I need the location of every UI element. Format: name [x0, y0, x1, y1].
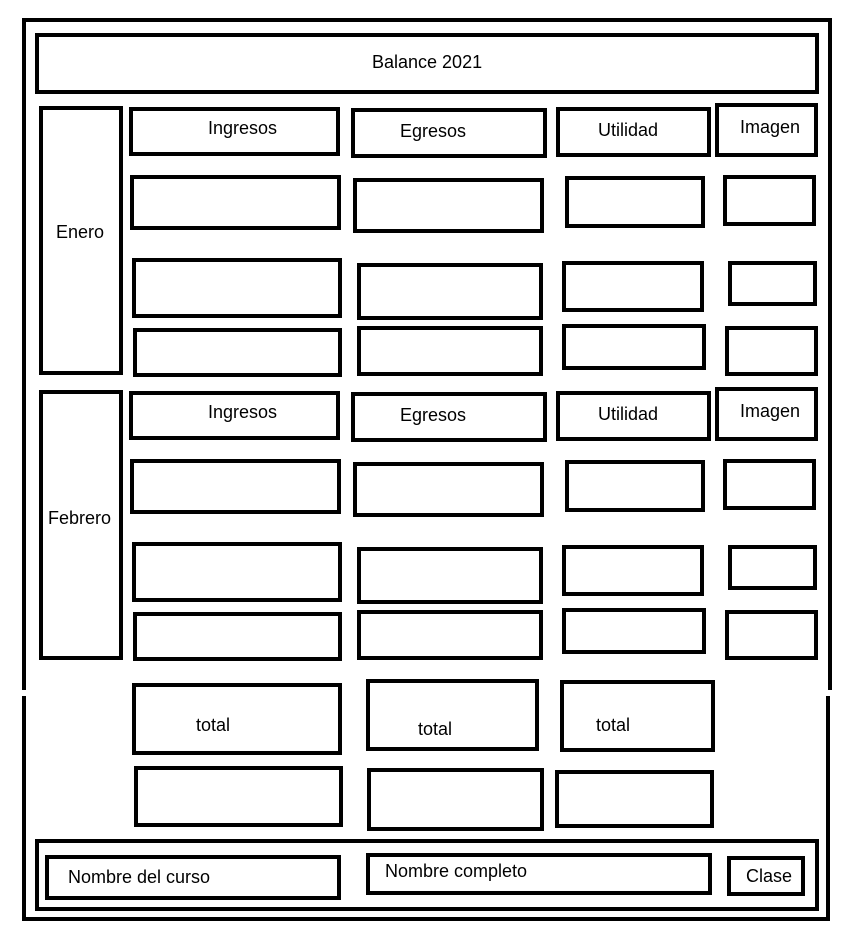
cell-febrero-utilidad-3[interactable]: [562, 608, 706, 654]
frame-bottom-edge: [22, 917, 830, 921]
cell-febrero-egresos-3[interactable]: [357, 610, 543, 660]
cell-enero-ingresos-1[interactable]: [130, 175, 341, 230]
frame-right-edge-lower: [826, 696, 830, 921]
header-utilidad-label-febrero: Utilidad: [598, 404, 659, 424]
header-egresos-label-enero: Egresos: [400, 121, 467, 141]
total-utilidad-value[interactable]: [555, 770, 714, 828]
total-egresos-value[interactable]: [367, 768, 544, 831]
total-ingresos-label: total: [196, 715, 231, 735]
course-name-label: Nombre del curso: [68, 867, 211, 887]
total-egresos-box: [366, 679, 539, 751]
cell-febrero-ingresos-3[interactable]: [133, 612, 342, 661]
page-title: Balance 2021: [372, 52, 483, 72]
cell-febrero-egresos-1[interactable]: [353, 462, 544, 517]
cell-febrero-utilidad-1[interactable]: [565, 460, 705, 512]
cell-enero-utilidad-2[interactable]: [562, 261, 704, 312]
cell-enero-imagen-1[interactable]: [723, 175, 816, 226]
header-ingresos-label-febrero: Ingresos: [208, 402, 278, 422]
frame-top-edge: [22, 18, 832, 22]
cell-enero-egresos-3[interactable]: [357, 326, 543, 376]
full-name-label: Nombre completo: [385, 861, 528, 881]
frame-left-edge: [22, 18, 26, 690]
cell-febrero-ingresos-2[interactable]: [132, 542, 342, 602]
cell-enero-imagen-2[interactable]: [728, 261, 817, 306]
class-label: Clase: [746, 866, 793, 886]
cell-enero-utilidad-3[interactable]: [562, 324, 706, 370]
cell-febrero-imagen-2[interactable]: [728, 545, 817, 590]
frame-left-edge-lower: [22, 696, 26, 921]
total-utilidad-label: total: [596, 715, 631, 735]
cell-enero-egresos-1[interactable]: [353, 178, 544, 233]
cell-enero-imagen-3[interactable]: [725, 326, 818, 376]
total-ingresos-value[interactable]: [134, 766, 343, 827]
frame-right-edge: [828, 18, 832, 690]
total-ingresos-box: [132, 683, 342, 755]
cell-febrero-ingresos-1[interactable]: [130, 459, 341, 514]
header-utilidad-label-enero: Utilidad: [598, 120, 659, 140]
cell-febrero-egresos-2[interactable]: [357, 547, 543, 604]
header-imagen-label-enero: Imagen: [740, 117, 801, 137]
header-imagen-label-febrero: Imagen: [740, 401, 801, 421]
header-egresos-label-febrero: Egresos: [400, 405, 467, 425]
cell-enero-ingresos-3[interactable]: [133, 328, 342, 377]
month-label-enero: Enero: [56, 222, 105, 242]
total-utilidad-box: [560, 680, 715, 752]
month-label-febrero: Febrero: [48, 508, 112, 528]
cell-enero-utilidad-1[interactable]: [565, 176, 705, 228]
cell-febrero-imagen-1[interactable]: [723, 459, 816, 510]
cell-enero-ingresos-2[interactable]: [132, 258, 342, 318]
cell-febrero-utilidad-2[interactable]: [562, 545, 704, 596]
header-ingresos-label-enero: Ingresos: [208, 118, 278, 138]
cell-febrero-imagen-3[interactable]: [725, 610, 818, 660]
cell-enero-egresos-2[interactable]: [357, 263, 543, 320]
total-egresos-label: total: [418, 719, 453, 739]
